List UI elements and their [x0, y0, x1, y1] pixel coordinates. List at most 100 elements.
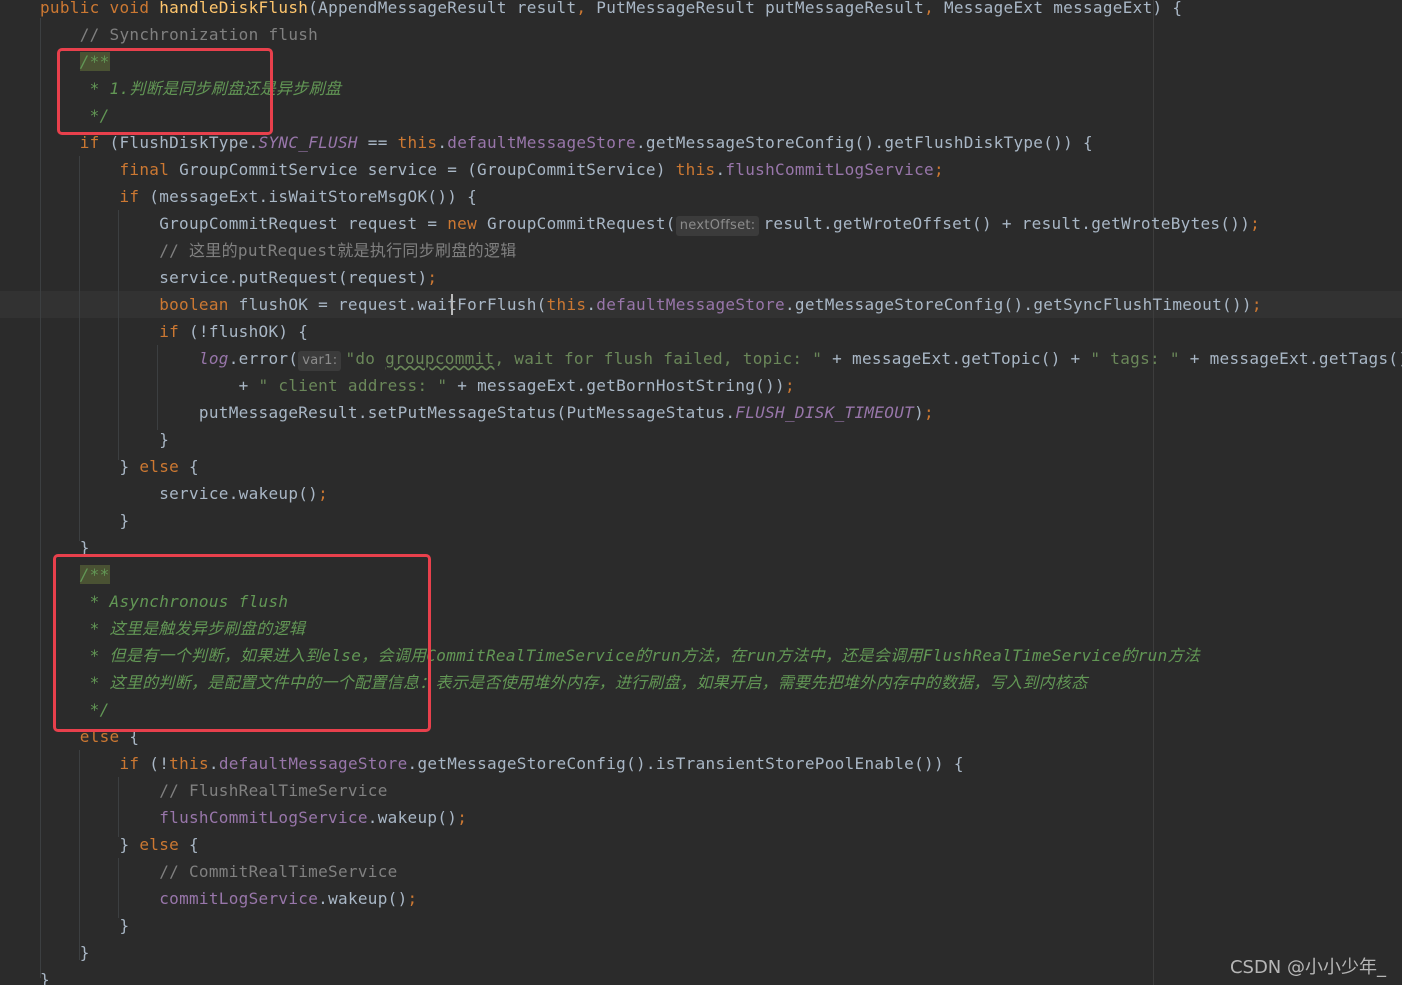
code-token: this: [397, 133, 438, 152]
code-token: (!: [149, 754, 170, 773]
parameter-hint: nextOffset:: [675, 216, 760, 236]
code-token: flushOK = request.: [238, 295, 418, 314]
code-token: // Synchronization flush: [40, 25, 319, 44]
code-line[interactable]: service.wakeup();: [40, 480, 328, 507]
code-token: defaultMessageStore: [218, 754, 408, 773]
code-token: if: [40, 754, 150, 773]
code-token: flushCommitLogService: [159, 808, 368, 827]
code-line[interactable]: }: [40, 939, 90, 966]
code-token: flushCommitLogService: [725, 160, 934, 179]
code-line[interactable]: commitLogService.wakeup();: [40, 885, 417, 912]
right-margin-guide: [1153, 0, 1154, 985]
code-token: defaultMessageStore: [447, 133, 636, 152]
code-line[interactable]: } else {: [40, 831, 199, 858]
code-token: PutMessageResult putMessageResult: [596, 0, 925, 17]
code-token: else: [139, 457, 189, 476]
code-line[interactable]: if (!flushOK) {: [40, 318, 308, 345]
code-line[interactable]: public void handleDiskFlush(AppendMessag…: [40, 0, 1182, 21]
code-token: ;: [1251, 295, 1262, 314]
code-token: // FlushRealTimeService: [40, 781, 388, 800]
code-token: if: [40, 133, 110, 152]
code-token: new: [447, 214, 487, 233]
code-token: }: [40, 457, 140, 476]
code-token: commitLogService: [159, 889, 319, 908]
code-line[interactable]: // 这里的putRequest就是执行同步刷盘的逻辑: [40, 237, 517, 264]
code-token: defaultMessageStore: [596, 295, 785, 314]
code-line[interactable]: service.putRequest(request);: [40, 264, 437, 291]
annotation-box-async-comment: [53, 554, 431, 732]
code-token: (: [536, 295, 547, 314]
code-token: {: [189, 835, 199, 854]
text-caret: [451, 294, 453, 315]
code-token: "do: [345, 349, 386, 368]
code-token: + messageExt.getBornHostString()): [447, 376, 785, 395]
code-token: ;: [784, 376, 795, 395]
code-token: ;: [457, 808, 468, 827]
code-token: result.getWroteOffset() + result.getWrot…: [763, 214, 1251, 233]
code-token: ;: [1250, 214, 1261, 233]
parameter-hint: var1:: [298, 351, 342, 371]
code-line[interactable]: flushCommitLogService.wakeup();: [40, 804, 467, 831]
code-token: +: [40, 376, 259, 395]
code-token: .getMessageStoreConfig().isTransientStor…: [407, 754, 964, 773]
code-token: }: [40, 916, 130, 935]
code-token: this: [546, 295, 587, 314]
code-line[interactable]: // FlushRealTimeService: [40, 777, 388, 804]
code-token: else: [139, 835, 189, 854]
code-token: MessageExt messageExt) {: [943, 0, 1183, 17]
code-token: service.putRequest(request): [40, 268, 428, 287]
code-token: groupcommit: [385, 349, 495, 368]
code-line[interactable]: GroupCommitRequest request = new GroupCo…: [40, 210, 1260, 237]
code-line[interactable]: }: [40, 912, 129, 939]
code-line[interactable]: putMessageResult.setPutMessageStatus(Put…: [40, 399, 934, 426]
code-token: .wakeup(): [318, 889, 408, 908]
code-token: boolean: [40, 295, 239, 314]
code-token: waitForFlush: [417, 295, 537, 314]
code-token: .: [208, 754, 219, 773]
code-token: }: [40, 430, 170, 449]
code-token: .getMessageStoreConfig().getFlushDiskTyp…: [636, 133, 1093, 152]
code-token: // CommitRealTimeService: [40, 862, 398, 881]
code-token: (!flushOK) {: [189, 322, 309, 341]
code-token: // 这里的putRequest就是执行同步刷盘的逻辑: [40, 241, 517, 260]
code-line[interactable]: } else {: [40, 453, 199, 480]
code-editor[interactable]: public void handleDiskFlush(AppendMessag…: [0, 0, 1402, 985]
code-line[interactable]: // CommitRealTimeService: [40, 858, 398, 885]
code-token: ;: [407, 889, 418, 908]
code-token: if: [40, 322, 189, 341]
code-token: " client address: ": [258, 376, 448, 395]
code-line[interactable]: }: [40, 507, 129, 534]
code-line[interactable]: // Synchronization flush: [40, 21, 318, 48]
code-line[interactable]: log.error(var1: "do groupcommit, wait for…: [40, 345, 1402, 372]
code-line[interactable]: if (messageExt.isWaitStoreMsgOK()) {: [40, 183, 477, 210]
code-token: service.wakeup(): [40, 484, 319, 503]
code-line[interactable]: }: [40, 426, 169, 453]
code-token: .wakeup(): [367, 808, 458, 827]
code-line[interactable]: final GroupCommitService service = (Grou…: [40, 156, 944, 183]
code-token: ): [914, 403, 925, 422]
code-token: .error(: [228, 349, 299, 368]
code-token: .getMessageStoreConfig().getSyncFlushTim…: [785, 295, 1252, 314]
code-line[interactable]: if (!this.defaultMessageStore.getMessage…: [40, 750, 964, 777]
annotation-box-sync-comment: [57, 48, 273, 135]
code-token: }: [40, 511, 130, 530]
code-line[interactable]: + " client address: " + messageExt.getBo…: [40, 372, 795, 399]
code-token: GroupCommitRequest request =: [40, 214, 448, 233]
code-token: (FlushDiskType.: [109, 133, 259, 152]
code-line[interactable]: }: [40, 966, 50, 985]
watermark: CSDN @小小少年_: [1229, 957, 1386, 978]
code-token: GroupCommitService service = (GroupCommi…: [179, 160, 676, 179]
code-token: ;: [427, 268, 438, 287]
code-token: (AppendMessageResult result: [308, 0, 577, 17]
code-token: ;: [933, 160, 944, 179]
code-token: putMessageResult.setPutMessageStatus(Put…: [40, 403, 736, 422]
code-token: ==: [357, 133, 398, 152]
code-line[interactable]: boolean flushOK = request.waitForFlush(t…: [40, 291, 1262, 318]
code-token: {: [189, 457, 199, 476]
code-token: ;: [924, 403, 934, 422]
code-token: (messageExt.isWaitStoreMsgOK()) {: [149, 187, 478, 206]
code-token: log: [198, 349, 229, 368]
